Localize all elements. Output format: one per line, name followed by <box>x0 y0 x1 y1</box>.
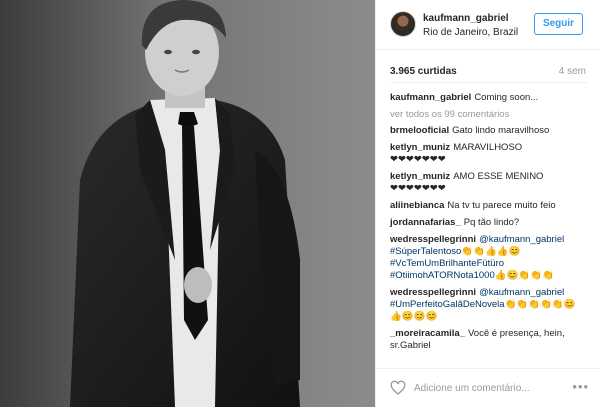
comment-footer: ••• <box>376 368 600 407</box>
heart-icon[interactable] <box>390 380 406 396</box>
divider <box>390 82 587 83</box>
mention-link[interactable]: @kaufmann_gabriel <box>479 287 564 298</box>
follow-button[interactable]: Seguir <box>534 13 583 35</box>
comment-item: wedresspellegrinni @kaufmann_gabriel #Súp… <box>390 234 590 282</box>
likes-count[interactable]: 3.965 curtidas <box>390 66 457 77</box>
comment-item: jordannafarias_ Pq tão lindo? <box>390 217 590 229</box>
comment-text: Gato lindo maravilhoso <box>452 125 550 136</box>
portrait-illustration <box>0 0 375 407</box>
comment-text: MARAVILHOSO <box>453 142 523 153</box>
comment-emoji: 👍😊😊😊 <box>390 311 438 322</box>
header-username[interactable]: kaufmann_gabriel <box>423 13 509 24</box>
comment-input[interactable] <box>414 379 564 397</box>
post-side-panel: kaufmann_gabriel Rio de Janeiro, Brazil … <box>375 0 600 407</box>
hashtag-link[interactable]: #UmPerfeitoGalãDeNovela <box>390 299 505 310</box>
header-location[interactable]: Rio de Janeiro, Brazil <box>423 27 518 38</box>
comment-text: Você é presença, hein, <box>468 328 565 339</box>
comment-username[interactable]: ketlyn_muniz <box>390 171 450 182</box>
comment-item: aliinebianca Na tv tu parece muito feio <box>390 200 590 212</box>
comment-hearts: ❤❤❤❤❤❤❤ <box>390 183 446 194</box>
avatar[interactable] <box>390 11 416 37</box>
comment-emoji: 👍😊👏👏👏 <box>494 270 554 281</box>
mention-link[interactable]: @kaufmann_gabriel <box>479 234 564 245</box>
comment-username[interactable]: ketlyn_muniz <box>390 142 450 153</box>
comment-text: AMO ESSE MENINO <box>453 171 544 182</box>
comment-item: wedresspellegrinni @kaufmann_gabriel #UmP… <box>390 287 590 323</box>
comment-item: ketlyn_muniz MARAVILHOSO ❤❤❤❤❤❤❤ <box>390 142 590 166</box>
instagram-post: kaufmann_gabriel Rio de Janeiro, Brazil … <box>0 0 600 407</box>
comment-item: ketlyn_muniz AMO ESSE MENINO ❤❤❤❤❤❤❤ <box>390 171 590 195</box>
comment-text: Na tv tu parece muito feio <box>447 200 556 211</box>
comment-item: brmelooficial Gato lindo maravilhoso <box>390 125 590 137</box>
comments-list: kaufmann_gabriel Coming soon... ver todos… <box>390 92 590 357</box>
comment-username[interactable]: wedresspellegrinni <box>390 287 476 298</box>
comment-text: sr.Gabriel <box>390 340 431 351</box>
hashtag-link[interactable]: #OtiimohATORNota1000 <box>390 270 495 281</box>
caption: kaufmann_gabriel Coming soon... <box>390 92 590 104</box>
comment-username[interactable]: aliinebianca <box>390 200 444 211</box>
view-all-comments-link[interactable]: ver todos os 99 comentários <box>390 109 590 120</box>
post-header: kaufmann_gabriel Rio de Janeiro, Brazil … <box>376 0 600 50</box>
post-photo[interactable] <box>0 0 375 407</box>
comment-username[interactable]: wedresspellegrinni <box>390 234 476 245</box>
hashtag-link[interactable]: #SúperTalentoso <box>390 246 461 257</box>
comment-text: Pq tão lindo? <box>463 217 520 228</box>
comment-username[interactable]: brmelooficial <box>390 125 449 136</box>
comment-hearts: ❤❤❤❤❤❤❤ <box>390 154 446 165</box>
hashtag-link[interactable]: #VcTemUmBrilhanteFütüro <box>390 258 504 269</box>
caption-username[interactable]: kaufmann_gabriel <box>390 92 471 103</box>
comment-item: _moreiracamila_ Você é presença, hein, sr… <box>390 328 590 352</box>
comment-username[interactable]: jordannafarias_ <box>390 217 461 228</box>
caption-text: Coming soon... <box>474 92 539 103</box>
more-options-icon[interactable]: ••• <box>572 380 589 393</box>
post-time[interactable]: 4 sem <box>559 66 586 77</box>
comment-emoji: 👏👏👍👍😊 <box>461 246 521 257</box>
comment-username[interactable]: _moreiracamila_ <box>390 328 465 339</box>
comment-emoji: 👏👏👏👏👏😊 <box>504 299 576 310</box>
